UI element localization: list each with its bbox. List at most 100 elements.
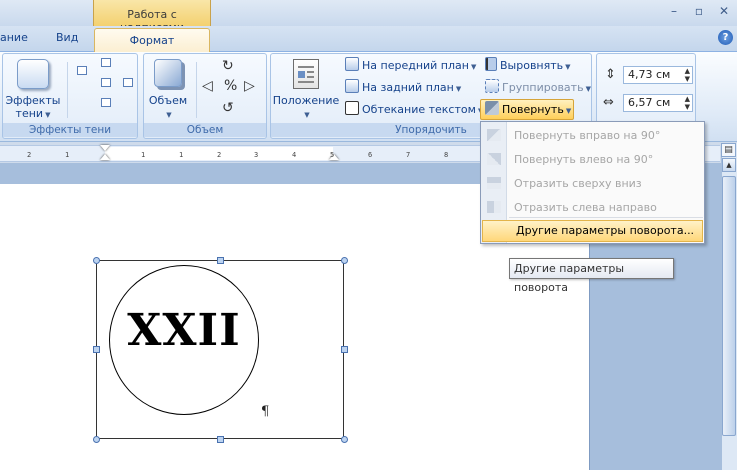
text-wrap-button[interactable]: Обтекание текстом▼ [345,101,483,119]
resize-handle-right[interactable] [341,346,348,353]
rotate-icon [485,101,499,115]
resize-handle-left[interactable] [93,346,100,353]
rotate-right-icon [487,129,501,141]
nudge-shadow-left-icon[interactable] [77,66,87,75]
tilt-right-icon[interactable]: ▷ [244,78,255,94]
rotate-button[interactable]: Повернуть ▼ [480,99,574,120]
menu-item-flip-horizontal[interactable]: Отразить слева направо [481,196,704,219]
first-line-indent-marker[interactable] [100,145,110,151]
close-button[interactable]: ✕ [715,4,733,20]
scroll-up-icon[interactable]: ▲ [722,158,736,172]
group-icon [485,79,499,93]
shadow-effects-label: Эффекты тени [5,94,61,120]
ruler-tick: 1 [65,151,70,159]
send-backward-button[interactable]: На задний план ▼ [345,79,461,97]
paragraph-mark: ¶ [261,404,270,419]
volume-group: Объем ▼ ↻ ◁ % ▷ ↺ Объем [143,53,267,139]
group-divider [196,62,197,118]
menu-item-flip-vertical[interactable]: Отразить сверху вниз [481,172,704,195]
text-wrap-icon [345,101,359,115]
rotate-left-icon [487,153,501,165]
height-spinner[interactable]: 4,73 см ▲ ▼ [623,66,693,84]
send-backward-label: На задний план [362,81,454,94]
height-value: 4,73 см [628,68,671,81]
group-button[interactable]: Группировать ▼ [485,79,591,97]
bring-forward-icon [345,57,359,71]
textbox-text: XXII [127,305,241,356]
menu-item-more-rotation-options[interactable]: Другие параметры поворота... [482,220,703,242]
shadow-effects-button[interactable]: Эффекты тени ▼ [5,94,61,122]
rotate-left-label: Повернуть влево на 90° [514,153,654,166]
group-label: Группировать [502,81,584,94]
tilt-left-icon[interactable]: ◁ [202,78,213,94]
position-icon [293,59,319,89]
ruler-tick: 1 [179,151,184,159]
flip-vertical-label: Отразить сверху вниз [514,177,642,190]
ruler-tick: 4 [292,151,297,159]
resize-handle-top-left[interactable] [93,257,100,264]
bring-forward-button[interactable]: На передний план ▼ [345,57,476,75]
ruler-tick: 6 [368,151,373,159]
volume-button[interactable]: Объем ▼ [144,94,192,122]
flip-horizontal-label: Отразить слева направо [514,201,657,214]
ruler-tick: 8 [444,151,449,159]
shadow-effects-group: Эффекты тени ▼ Эффекты тени [2,53,138,139]
scroll-thumb[interactable] [722,176,736,436]
ruler-tick: 1 [141,151,146,159]
height-icon: ⇕ [605,67,616,82]
width-spinner[interactable]: 6,57 см ▲ ▼ [623,94,693,112]
shadow-on-off-icon[interactable] [101,78,111,87]
tilt-up-icon[interactable]: ↻ [222,58,234,74]
shadow-effects-group-label: Эффекты тени [3,123,137,137]
spin-arrows-icon[interactable]: ▲ ▼ [685,95,690,111]
tab-format[interactable]: Формат [94,28,210,53]
minimize-button[interactable]: – [665,4,683,20]
view-ruler-icon[interactable]: ▤ [721,143,736,157]
flip-horizontal-icon [487,201,501,213]
width-value: 6,57 см [628,96,671,109]
position-label: Положение [272,94,340,107]
left-indent-marker[interactable] [100,154,110,160]
resize-handle-top-right[interactable] [341,257,348,264]
menu-item-rotate-left[interactable]: Повернуть влево на 90° [481,148,704,171]
text-wrap-label: Обтекание текстом [362,103,476,116]
align-button[interactable]: Выровнять ▼ [485,57,571,75]
restore-button[interactable]: ▫ [690,4,708,20]
rotate-label: Повернуть [502,103,564,116]
menu-separator [509,217,703,218]
spin-arrows-icon[interactable]: ▲ ▼ [685,67,690,83]
help-icon[interactable]: ? [718,30,733,45]
position-button[interactable]: Положение ▼ [271,94,341,122]
rotate-right-label: Повернуть вправо на 90° [514,129,661,142]
tilt-down-icon[interactable]: ↺ [222,100,234,116]
menu-item-rotate-right[interactable]: Повернуть вправо на 90° [481,124,704,147]
ruler-tick: 5 [330,151,335,159]
flip-vertical-icon [487,177,501,189]
nudge-shadow-up-icon[interactable] [101,58,111,67]
ruler-tick: 7 [406,151,411,159]
tooltip: Другие параметры поворота [509,258,674,294]
volume-icon [154,59,182,87]
ruler-tick: 2 [217,151,222,159]
bring-forward-label: На передний план [362,59,469,72]
resize-handle-bottom[interactable] [217,436,224,443]
contextual-tab-title: Работа с надписями [93,0,211,34]
nudge-shadow-down-icon[interactable] [101,98,111,107]
group-divider [67,62,68,118]
ruler-tick: 3 [254,151,259,159]
send-backward-icon [345,79,359,93]
tab-review[interactable]: ание [0,31,28,44]
resize-handle-bottom-right[interactable] [341,436,348,443]
width-icon: ⇔ [603,95,614,110]
resize-handle-top[interactable] [217,257,224,264]
shadow-effects-icon [17,59,49,89]
align-label: Выровнять [500,59,564,72]
tab-view[interactable]: Вид [56,31,78,44]
nudge-shadow-right-icon[interactable] [123,78,133,87]
volume-on-off-icon[interactable]: % [224,78,237,94]
volume-label: Объем [148,94,188,107]
align-icon [485,57,497,71]
resize-handle-bottom-left[interactable] [93,436,100,443]
ruler-tick: 2 [27,151,32,159]
volume-group-label: Объем [144,123,266,137]
